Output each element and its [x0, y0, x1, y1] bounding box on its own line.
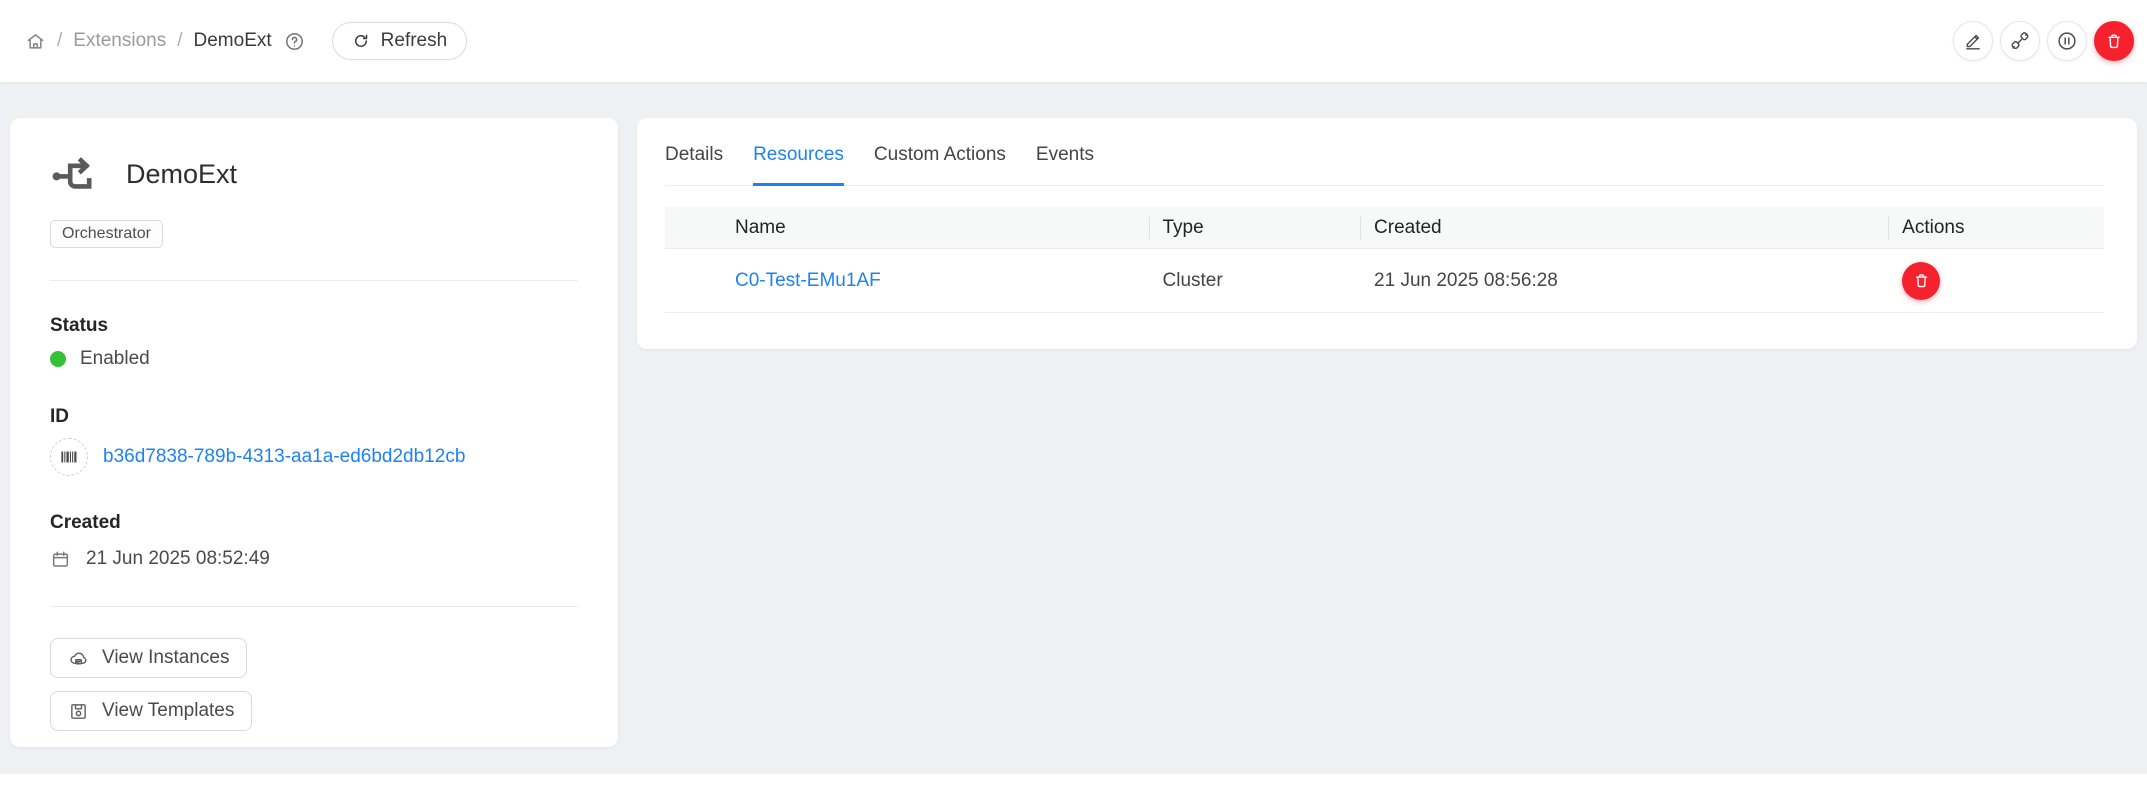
cell-created: 21 Jun 2025 08:56:28 — [1360, 249, 1888, 313]
reload-icon — [352, 32, 370, 50]
type-tag: Orchestrator — [50, 220, 163, 248]
edit-button[interactable] — [1953, 21, 1993, 61]
status-row: Enabled — [50, 348, 578, 370]
api-icon — [2010, 31, 2030, 51]
breadcrumb: / Extensions / DemoExt Refresh — [25, 22, 467, 60]
extension-summary-card: DemoExt Orchestrator Status Enabled ID — [10, 118, 618, 747]
summary-header: DemoExt — [50, 150, 578, 198]
tab-resources[interactable]: Resources — [753, 144, 844, 186]
topbar-actions — [1953, 21, 2134, 61]
table-row: C0-Test-EMu1AF Cluster 21 Jun 2025 08:56… — [665, 249, 2104, 313]
id-label: ID — [50, 406, 578, 428]
refresh-label: Refresh — [381, 30, 448, 52]
edit-icon — [1963, 31, 1983, 51]
tab-events[interactable]: Events — [1036, 144, 1094, 186]
column-header-type: Type — [1149, 207, 1361, 249]
cell-actions — [1888, 249, 2104, 313]
topbar: / Extensions / DemoExt Refresh — [0, 0, 2147, 82]
id-row: b36d7838-789b-4313-aa1a-ed6bd2db12cb — [50, 438, 578, 476]
pause-button[interactable] — [2047, 21, 2087, 61]
page-title: DemoExt — [126, 159, 237, 190]
divider — [50, 606, 578, 607]
status-label: Status — [50, 315, 578, 337]
column-header-created: Created — [1360, 207, 1888, 249]
column-header-actions: Actions — [1888, 207, 2104, 249]
breadcrumb-separator: / — [57, 30, 62, 52]
view-templates-button[interactable]: View Templates — [50, 691, 252, 731]
breadcrumb-current: DemoExt — [194, 30, 272, 52]
save-icon — [68, 701, 89, 722]
app-screen: / Extensions / DemoExt Refresh — [0, 0, 2147, 786]
delete-extension-button[interactable] — [2094, 21, 2134, 61]
created-row: 21 Jun 2025 08:52:49 — [50, 548, 578, 570]
view-templates-label: View Templates — [102, 700, 234, 722]
main-content: DemoExt Orchestrator Status Enabled ID — [0, 82, 2147, 747]
tab-custom-actions[interactable]: Custom Actions — [874, 144, 1006, 186]
status-dot — [50, 351, 66, 367]
trash-icon — [1912, 271, 1931, 290]
cloud-server-icon — [68, 648, 89, 669]
divider — [50, 280, 578, 281]
api-button[interactable] — [2000, 21, 2040, 61]
question-circle-icon[interactable] — [284, 31, 305, 52]
created-label: Created — [50, 512, 578, 534]
column-header-name: Name — [665, 207, 1149, 249]
cell-name: C0-Test-EMu1AF — [665, 249, 1149, 313]
delete-resource-button[interactable] — [1902, 262, 1940, 300]
breadcrumb-extensions[interactable]: Extensions — [73, 30, 166, 52]
pause-circle-icon — [2056, 30, 2078, 52]
resources-table: Name Type Created Actions C0-Test-EMu1AF… — [665, 207, 2104, 313]
summary-actions: View Instances View Templates — [50, 638, 578, 731]
refresh-button[interactable]: Refresh — [332, 22, 468, 60]
view-instances-label: View Instances — [102, 647, 229, 669]
extension-id-link[interactable]: b36d7838-789b-4313-aa1a-ed6bd2db12cb — [103, 446, 465, 468]
resource-name-link[interactable]: C0-Test-EMu1AF — [735, 270, 881, 291]
calendar-icon — [50, 549, 71, 570]
status-value: Enabled — [80, 348, 150, 370]
tab-details[interactable]: Details — [665, 144, 723, 186]
branch-route-icon — [50, 150, 98, 198]
footer-strip — [0, 774, 2147, 786]
cell-type: Cluster — [1149, 249, 1361, 313]
barcode-icon — [50, 438, 88, 476]
table-header-row: Name Type Created Actions — [665, 207, 2104, 249]
trash-icon — [2104, 31, 2124, 51]
detail-tabs: Details Resources Custom Actions Events — [665, 144, 2104, 186]
breadcrumb-separator: / — [177, 30, 182, 52]
extension-detail-card: Details Resources Custom Actions Events … — [637, 118, 2137, 349]
home-icon[interactable] — [25, 31, 46, 52]
created-value: 21 Jun 2025 08:52:49 — [86, 548, 270, 570]
view-instances-button[interactable]: View Instances — [50, 638, 247, 678]
